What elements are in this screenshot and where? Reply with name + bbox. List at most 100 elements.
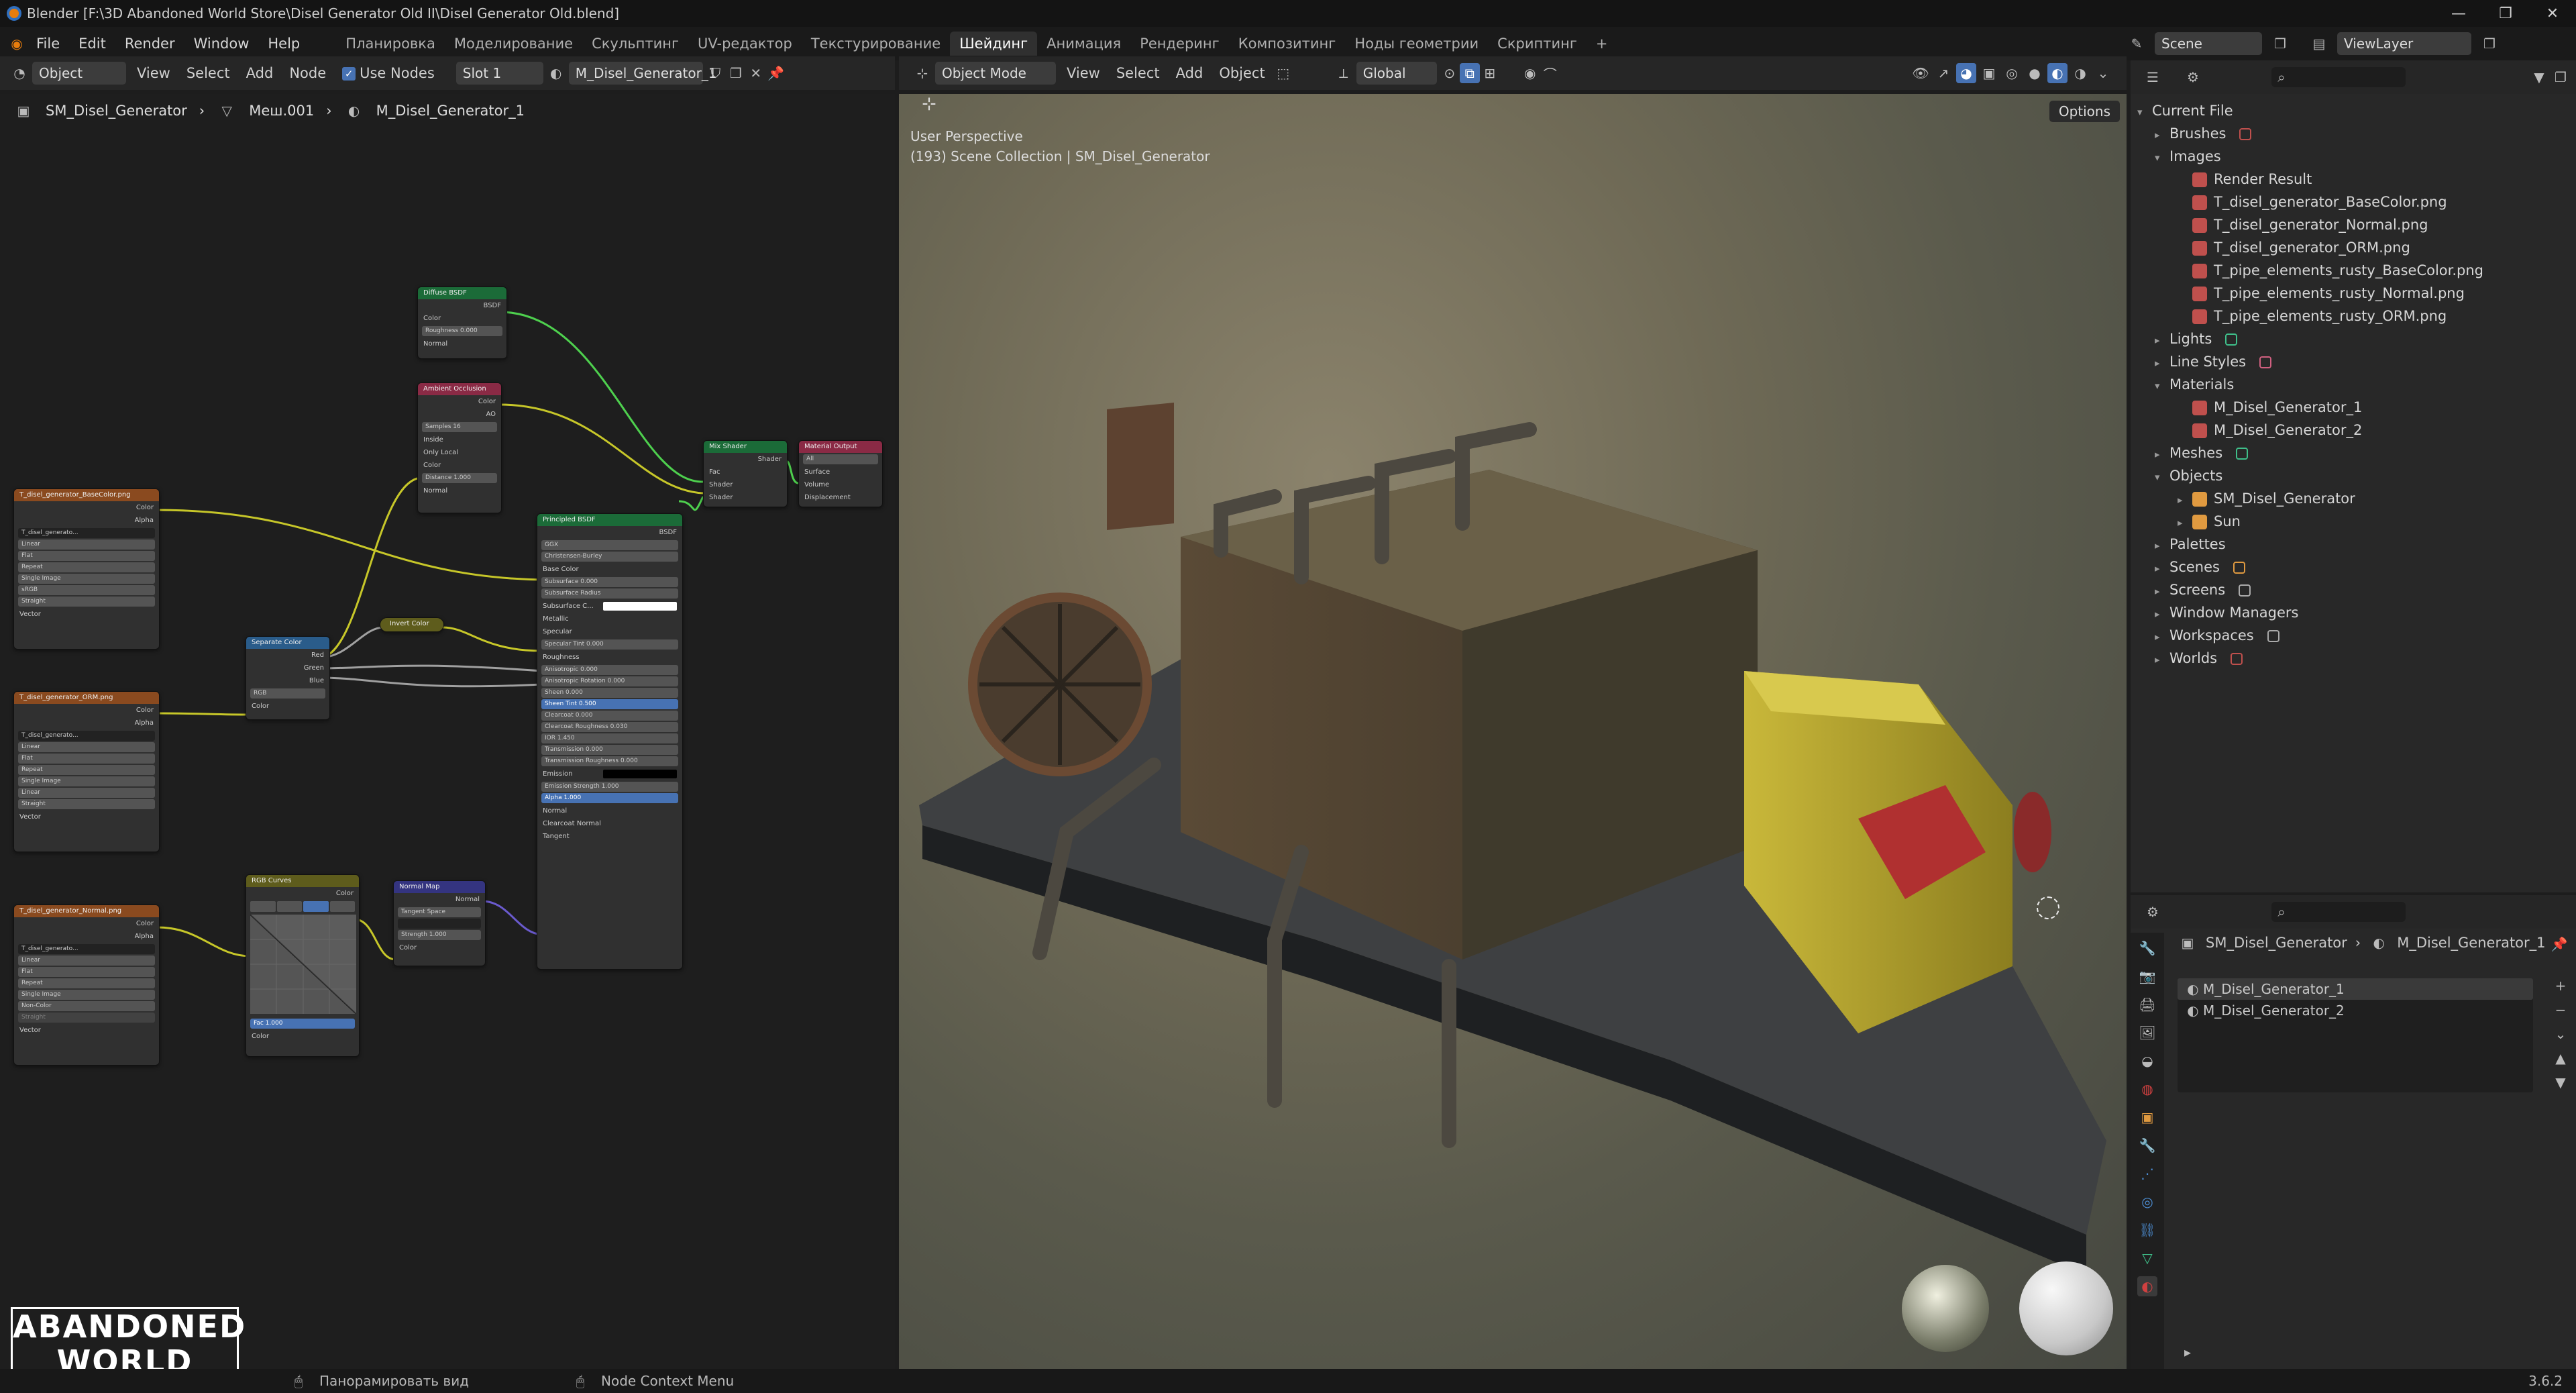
viewlayer-selector[interactable]: ViewLayer — [2337, 32, 2471, 55]
material-slot-list[interactable]: ◐ M_Disel_Generator_1 ◐ M_Disel_Generator_… — [2178, 978, 2533, 1092]
channel-b-button[interactable] — [329, 901, 355, 912]
node-projection-dropdown[interactable]: Flat — [18, 967, 155, 977]
chevron-down-icon[interactable]: ⌄ — [2093, 63, 2113, 83]
outliner-item[interactable]: T_disel_generator_BaseColor.png — [2178, 191, 2447, 213]
visibility-icon[interactable]: 👁 — [1911, 63, 1931, 83]
channel-g-button[interactable] — [303, 901, 329, 912]
proportional-edit-icon[interactable]: ◉ — [1520, 63, 1540, 83]
outliner-item[interactable]: ▸ Worlds — [2155, 647, 2249, 670]
options-button[interactable]: Options — [2049, 101, 2120, 122]
viewport-menu-select[interactable]: Select — [1110, 62, 1167, 85]
fake-user-shield-icon[interactable]: ⛉ — [706, 63, 726, 83]
chevron-right-icon[interactable]: ▸ — [2155, 329, 2169, 352]
outliner-item[interactable]: ▸ Scenes — [2155, 556, 2252, 578]
node-alpha-dropdown[interactable]: Straight — [18, 799, 155, 809]
outliner-item[interactable]: T_pipe_elements_rusty_ORM.png — [2178, 305, 2447, 327]
chevron-right-icon[interactable]: ▸ — [2155, 557, 2169, 580]
node-normal-map[interactable]: Normal Map Normal Tangent Space Strength… — [393, 880, 486, 966]
editor-type-icon[interactable]: ◔ — [9, 63, 30, 83]
node-menu-node[interactable]: Node — [282, 62, 333, 85]
outliner-search-input[interactable]: ⌕ — [2271, 67, 2406, 87]
properties-search-input[interactable]: ⌕ — [2271, 902, 2406, 922]
chevron-down-icon[interactable]: ▾ — [2155, 466, 2169, 488]
outliner-item[interactable]: ▸ Workspaces — [2155, 624, 2286, 647]
shading-rendered-icon[interactable]: ◑ — [2070, 63, 2090, 83]
node-projection-dropdown[interactable]: Flat — [18, 754, 155, 764]
node-mode-dropdown[interactable]: RGB — [250, 688, 325, 699]
node-alpha-dropdown[interactable]: Straight — [18, 597, 155, 607]
expand-arrow-icon[interactable]: ▸ — [2178, 1342, 2198, 1362]
viewport-menu-view[interactable]: View — [1060, 62, 1107, 85]
workspace-tab-scripting[interactable]: Скриптинг — [1488, 32, 1587, 56]
maximize-button[interactable]: ❐ — [2482, 0, 2529, 27]
chevron-right-icon[interactable]: ▸ — [2155, 625, 2169, 648]
node-ambient-occlusion[interactable]: Ambient Occlusion Color AO Samples 16 In… — [417, 382, 502, 513]
node-field-sheen[interactable]: Sheen 0.000 — [541, 688, 678, 698]
outliner-item[interactable]: ▸ Line Styles — [2155, 350, 2278, 373]
scene-selector[interactable]: Scene — [2155, 32, 2262, 55]
viewport-menu-add[interactable]: Add — [1169, 62, 1210, 85]
world-tab-icon[interactable]: ◍ — [2137, 1079, 2157, 1099]
material-name-field[interactable]: M_Disel_Generator_1 — [568, 62, 717, 85]
falloff-icon[interactable]: ⌒ — [1540, 63, 1560, 83]
particles-tab-icon[interactable]: ⋰ — [2137, 1164, 2157, 1184]
node-image-texture-basecolor[interactable]: T_disel_generator_BaseColor.png Color Al… — [13, 488, 160, 650]
workspace-tab-rendering[interactable]: Рендеринг — [1130, 32, 1229, 56]
node-interp-dropdown[interactable]: Linear — [18, 742, 155, 752]
outliner-item[interactable]: ▸ Sun — [2178, 510, 2241, 533]
workspace-tab-geometry-nodes[interactable]: Ноды геометрии — [1345, 32, 1488, 56]
chevron-right-icon[interactable]: ▸ — [2155, 443, 2169, 466]
menu-window[interactable]: Window — [184, 36, 259, 52]
node-menu-view[interactable]: View — [130, 62, 177, 85]
remove-slot-button[interactable]: − — [2551, 1000, 2571, 1020]
chevron-down-icon[interactable]: ▾ — [2155, 374, 2169, 397]
menu-file[interactable]: File — [27, 36, 69, 52]
node-option-inside[interactable]: Inside — [418, 433, 501, 446]
snap-target-icon[interactable]: ⊞ — [1480, 63, 1500, 83]
move-down-button[interactable]: ▼ — [2551, 1072, 2571, 1092]
node-field-transmission-roughness[interactable]: Transmission Roughness 0.000 — [541, 756, 678, 766]
outliner-item[interactable]: ▸ Window Managers — [2155, 601, 2298, 624]
color-swatch[interactable] — [603, 770, 677, 778]
material-slot-item[interactable]: ◐ M_Disel_Generator_2 — [2178, 1000, 2533, 1021]
unlink-material-icon[interactable]: ✕ — [746, 63, 766, 83]
mesh-select-mode-icon[interactable]: ⬚ — [1273, 63, 1293, 83]
node-image-texture-orm[interactable]: T_disel_generator_ORM.png Color Alpha T_… — [13, 691, 160, 852]
slot-dropdown[interactable]: Slot 1 — [455, 62, 543, 85]
chevron-down-icon[interactable]: ▾ — [2155, 146, 2169, 169]
workspace-tab-compositing[interactable]: Композитинг — [1229, 32, 1346, 56]
outliner-item[interactable]: ▸ SM_Disel_Generator — [2178, 487, 2355, 510]
material-sphere[interactable] — [2019, 1261, 2113, 1355]
menu-edit[interactable]: Edit — [69, 36, 115, 52]
node-field-roughness[interactable]: Roughness 0.000 — [422, 326, 502, 336]
node-menu-add[interactable]: Add — [239, 62, 280, 85]
tool-tab-icon[interactable]: 🔧 — [2137, 938, 2157, 958]
display-mode-icon[interactable]: ☰ — [2143, 67, 2163, 87]
node-menu-select[interactable]: Select — [180, 62, 237, 85]
outliner-item[interactable]: ▸ Brushes — [2155, 122, 2258, 145]
hdri-sphere[interactable] — [1902, 1265, 1989, 1352]
chevron-down-icon[interactable]: ⌄ — [2551, 1024, 2571, 1044]
scene-tab-icon[interactable]: ◒ — [2137, 1051, 2157, 1071]
use-nodes-checkbox[interactable]: ✓ Use Nodes — [335, 62, 441, 85]
outliner-item[interactable]: ▾ Materials — [2155, 373, 2234, 396]
xray-icon[interactable]: ▣ — [1979, 63, 1999, 83]
chevron-right-icon[interactable]: ▸ — [2178, 511, 2192, 534]
node-source-dropdown[interactable]: Single Image — [18, 776, 155, 786]
node-input-emission[interactable]: Emission — [537, 768, 682, 780]
curve-channel-buttons[interactable] — [250, 901, 355, 912]
channel-c-button[interactable] — [250, 901, 276, 912]
gizmo-icon[interactable]: ↗ — [1933, 63, 1953, 83]
outliner-item[interactable]: ▸ Screens — [2155, 578, 2257, 601]
node-separate-color[interactable]: Separate Color Red Green Blue RGB Color — [246, 636, 330, 720]
shading-wireframe-icon[interactable]: ◎ — [2002, 63, 2022, 83]
snap-icon[interactable]: ⧉ — [1459, 63, 1480, 83]
node-interp-dropdown[interactable]: Linear — [18, 539, 155, 550]
chevron-right-icon[interactable]: ▸ — [2155, 603, 2169, 625]
node-sss-dropdown[interactable]: Christensen-Burley — [541, 552, 678, 562]
node-uvmap-field[interactable] — [398, 919, 481, 929]
node-source-dropdown[interactable]: Single Image — [18, 990, 155, 1000]
node-field-transmission[interactable]: Transmission 0.000 — [541, 745, 678, 755]
material-slot-item[interactable]: ◐ M_Disel_Generator_1 — [2178, 978, 2533, 1000]
constraints-tab-icon[interactable]: ⛓ — [2137, 1220, 2157, 1240]
